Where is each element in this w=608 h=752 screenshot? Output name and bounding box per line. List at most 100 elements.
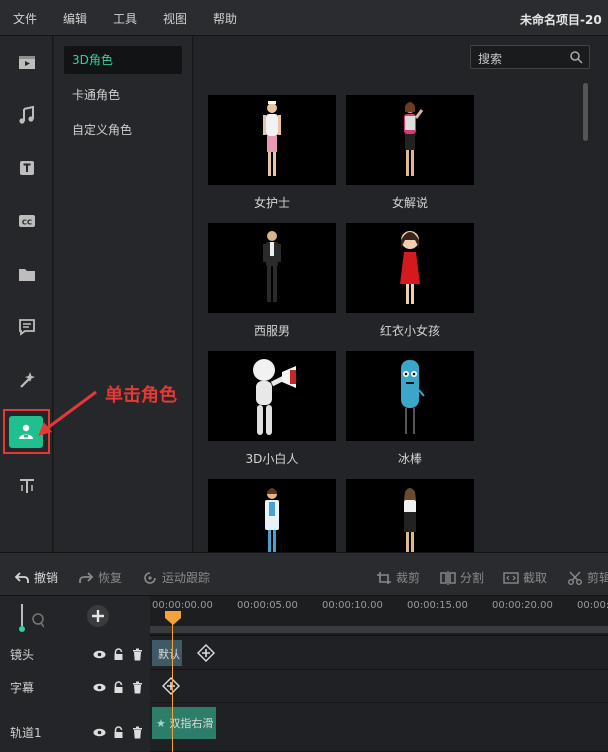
trim-icon (503, 571, 519, 584)
doctor-figure (265, 488, 279, 552)
track-camera[interactable]: 默认 (150, 636, 608, 670)
text-icon (20, 161, 34, 175)
track-controls (93, 726, 144, 739)
cut-button[interactable]: 剪辑 (567, 569, 608, 586)
motion-track-button[interactable]: 运动跟踪 (142, 569, 210, 586)
camera-clip[interactable]: 默认 (152, 640, 182, 666)
character-card[interactable] (346, 479, 474, 552)
split-button[interactable]: 分割 (440, 569, 484, 586)
magic-wand-icon (20, 372, 35, 388)
scrollbar[interactable] (583, 83, 588, 141)
crop-icon (377, 571, 391, 584)
menu-file[interactable]: 文件 (13, 10, 37, 27)
suit-man-figure (263, 231, 281, 302)
text-button[interactable] (10, 151, 44, 185)
trim-button[interactable]: 截取 (503, 569, 547, 586)
menu-view[interactable]: 视图 (163, 10, 187, 27)
character-thumbnail (346, 351, 474, 441)
svg-text:CC: CC (22, 219, 32, 227)
lock-icon[interactable] (112, 681, 125, 694)
crop-button[interactable]: 裁剪 (376, 569, 420, 586)
comment-icon (19, 319, 35, 336)
character-name: 女护士 (253, 196, 290, 210)
track-controls (93, 648, 144, 661)
music-button[interactable] (10, 98, 44, 132)
trash-icon[interactable] (131, 726, 144, 739)
lock-icon[interactable] (112, 726, 125, 739)
tick-label: 00:00:20.00 (492, 600, 553, 611)
category-panel: 3D角色 卡通角色 自定义角色 (54, 36, 193, 552)
eye-icon[interactable] (93, 726, 106, 739)
character-thumbnail (208, 95, 336, 185)
trash-icon[interactable] (131, 681, 144, 694)
character-card[interactable]: 冰棒 (346, 351, 474, 467)
eye-icon[interactable] (93, 648, 106, 661)
redo-button[interactable]: 恢复 (78, 569, 122, 586)
tool-rail: CC (0, 36, 53, 552)
character-card[interactable]: 3D小白人 (208, 351, 336, 467)
motion-track-icon (144, 571, 156, 584)
menu-bar: 文件 编辑 工具 视图 帮助 未命名项目-20 (0, 0, 608, 36)
add-track-button[interactable] (86, 604, 110, 628)
character-thumbnail (346, 95, 474, 185)
character-icon (19, 424, 33, 439)
subtitle-button[interactable] (10, 310, 44, 344)
character-card[interactable]: 红衣小女孩 (346, 223, 474, 339)
motion-track-label: 运动跟踪 (162, 571, 211, 585)
menu-tools[interactable]: 工具 (113, 10, 137, 27)
crop-label: 裁剪 (396, 571, 421, 585)
character-library: 搜索 女护士 女解说 西服男 红衣小女孩 3D小白人 冰棒 (194, 36, 608, 552)
project-title: 未命名项目-20 (520, 13, 602, 27)
character-card[interactable]: 女护士 (208, 95, 336, 211)
search-icon[interactable] (569, 50, 583, 64)
character-name: 3D小白人 (245, 452, 299, 466)
eye-icon[interactable] (93, 681, 106, 694)
media-button[interactable] (10, 45, 44, 79)
annotation-text: 单击角色 (105, 385, 177, 406)
timeline-toolbar: 撤销 恢复 运动跟踪 裁剪 分割 截取 剪辑 (0, 552, 608, 596)
category-cartoon[interactable]: 卡通角色 (64, 81, 182, 109)
character-card[interactable]: 西服男 (208, 223, 336, 339)
playhead-handle[interactable] (164, 610, 182, 626)
split-icon (440, 570, 456, 585)
search-input[interactable]: 搜索 (470, 45, 590, 69)
track-controls (93, 681, 144, 694)
folder-icon (19, 269, 35, 281)
nurse-figure (263, 101, 281, 176)
caption-button[interactable]: CC (10, 204, 44, 238)
category-3d[interactable]: 3D角色 (64, 46, 182, 74)
character-card[interactable] (208, 479, 336, 552)
tick-label: 00:00:15.00 (407, 600, 468, 611)
tick-label: 00:00:05.00 (237, 600, 298, 611)
keyframe-add-icon[interactable] (162, 677, 180, 695)
ruler-strip (150, 626, 608, 633)
undo-button[interactable]: 撤销 (14, 569, 58, 586)
scissors-icon (568, 571, 582, 585)
track-1[interactable]: ★ 双指右滑 (150, 703, 608, 752)
zoom-slider[interactable] (14, 602, 44, 634)
menu-edit[interactable]: 编辑 (63, 10, 87, 27)
presenter-figure (404, 102, 424, 176)
menu-help[interactable]: 帮助 (213, 10, 237, 27)
track-subtitle[interactable] (150, 670, 608, 703)
character-thumbnail (346, 223, 474, 313)
category-custom[interactable]: 自定义角色 (64, 116, 182, 144)
redo-label: 恢复 (98, 571, 123, 585)
character-card[interactable]: 女解说 (346, 95, 474, 211)
red-girl-figure (400, 231, 420, 304)
track-label: 轨道1 (10, 726, 42, 740)
gesture-clip[interactable]: ★ 双指右滑 (152, 707, 216, 739)
trash-icon[interactable] (131, 648, 144, 661)
lock-icon[interactable] (112, 648, 125, 661)
popsicle-figure (401, 360, 425, 434)
playhead-line (172, 622, 173, 752)
folder-button[interactable] (10, 257, 44, 291)
transition-button[interactable] (10, 469, 44, 503)
waitress-figure (404, 488, 416, 552)
undo-icon (14, 571, 29, 583)
character-thumbnail (208, 223, 336, 313)
timeline-ruler[interactable]: 00:00:00.00 00:00:05.00 00:00:10.00 00:0… (150, 596, 608, 636)
music-icon (19, 105, 34, 124)
character-name: 西服男 (253, 324, 290, 338)
keyframe-add-icon[interactable] (197, 644, 215, 662)
